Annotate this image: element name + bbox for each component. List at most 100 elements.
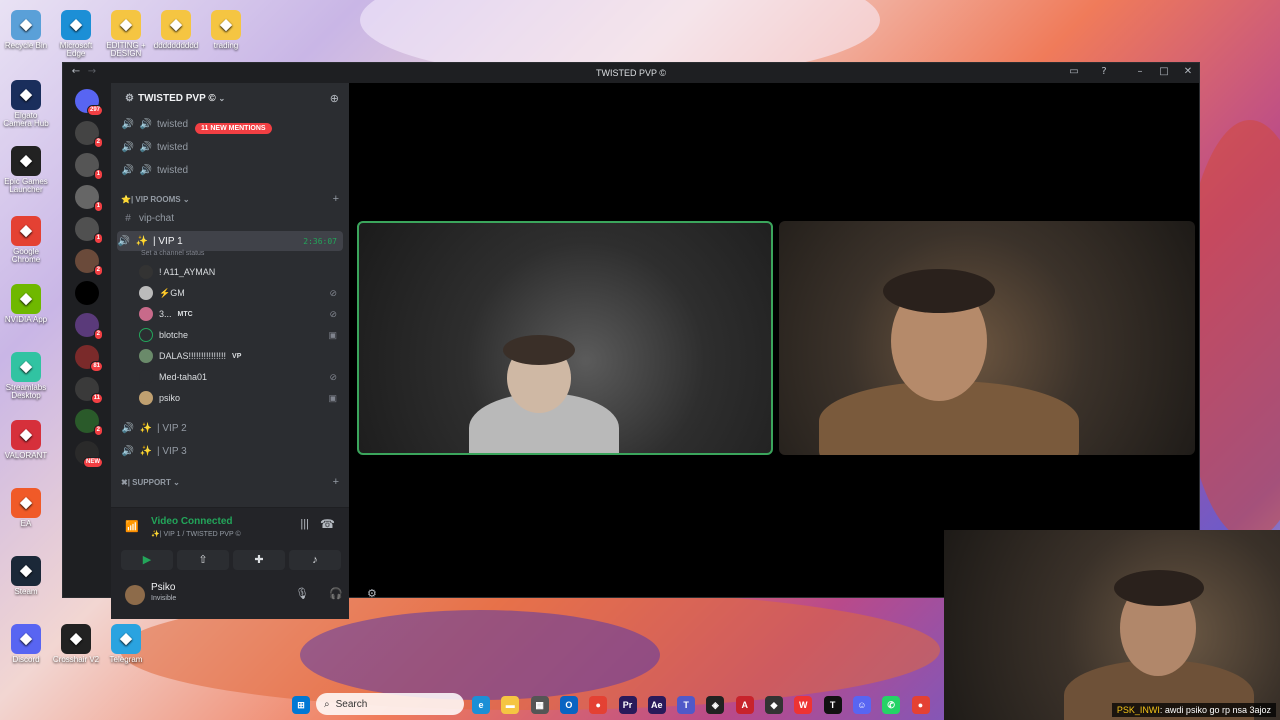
voice-member[interactable]: Med-taha01 ⊘: [139, 368, 341, 386]
desktop-icon[interactable]: ◆ EDITING + DESIGN: [100, 10, 152, 59]
server-gear-icon: ⚙: [125, 93, 134, 104]
forward-arrow-icon[interactable]: →: [85, 66, 99, 77]
premiere-icon[interactable]: Pr: [618, 696, 637, 714]
close-button[interactable]: ✕: [1181, 66, 1195, 77]
desktop-icon-label: Crosshair V2: [52, 655, 100, 664]
back-arrow-icon[interactable]: ←: [69, 66, 83, 77]
camera-icon: ▣: [328, 329, 337, 340]
roblox-icon[interactable]: ◆: [765, 696, 783, 714]
notification-badge: 2: [93, 265, 103, 276]
server-icon[interactable]: 2: [75, 313, 103, 340]
server-icon[interactable]: NEW: [75, 441, 103, 468]
discord-home-icon[interactable]: 297: [75, 89, 103, 116]
outlook-icon[interactable]: O: [559, 696, 578, 714]
store-icon[interactable]: ▦: [530, 696, 549, 714]
notification-badge: 297: [86, 105, 103, 116]
screen-share-button[interactable]: ⇧: [177, 550, 229, 570]
desktop-icon[interactable]: ◆ Crosshair V2: [50, 624, 102, 664]
text-channel-vip-chat[interactable]: # vip-chat: [121, 209, 341, 227]
server-icon[interactable]: 1: [75, 185, 103, 212]
headphones-icon[interactable]: 🎧: [329, 587, 343, 600]
noise-suppression-icon[interactable]: |||: [300, 518, 309, 530]
desktop-icon[interactable]: ◆ Telegram: [100, 624, 152, 664]
desktop-icon[interactable]: ◆ Epic Games Launcher: [0, 146, 52, 195]
desktop-icon[interactable]: ◆ NVIDIA App: [0, 284, 52, 324]
taskbar-search[interactable]: ⌕ Search: [316, 693, 464, 715]
avatar[interactable]: [125, 585, 145, 605]
desktop-icon[interactable]: ◆ Steam: [0, 556, 52, 596]
voice-member[interactable]: psiko ▣: [139, 389, 341, 407]
maximize-button[interactable]: □: [1157, 66, 1171, 77]
voice-member[interactable]: ⚡GM ⊘: [139, 284, 341, 302]
desktop-icon-label: Epic Games Launcher: [4, 177, 48, 195]
chrome-icon[interactable]: ●: [589, 696, 608, 714]
server-name[interactable]: ⚙ TWISTED PVP © ⌄: [125, 93, 225, 104]
voice-location[interactable]: ✨| VIP 1 / TWISTED PVP ©: [151, 530, 241, 538]
app-icon[interactable]: W: [794, 696, 813, 714]
voice-channel-vip-3[interactable]: 🔊 ✨ | VIP 3: [121, 442, 341, 460]
camera-button[interactable]: ▶: [121, 550, 173, 570]
add-channel-icon[interactable]: +: [333, 193, 339, 205]
minimize-button[interactable]: –: [1133, 66, 1147, 77]
disconnect-icon[interactable]: ☎: [320, 517, 335, 531]
teams-icon[interactable]: T: [677, 696, 696, 714]
after-effects-icon[interactable]: Ae: [647, 696, 666, 714]
whatsapp-icon[interactable]: ✆: [882, 696, 901, 714]
activities-button[interactable]: ✚: [233, 550, 285, 570]
category-support[interactable]: ✖| SUPPORT ⌄: [121, 478, 180, 487]
add-channel-icon[interactable]: +: [333, 476, 339, 488]
new-mentions-badge[interactable]: 11 NEW MENTIONS: [195, 123, 272, 134]
server-icon[interactable]: 1: [75, 217, 103, 244]
video-tile-participant-2[interactable]: [779, 221, 1195, 455]
ea-icon: ◆: [11, 488, 41, 518]
voice-member[interactable]: DALAS!!!!!!!!!!!!!!! VP: [139, 347, 341, 365]
notification-badge: 1: [93, 169, 103, 180]
server-icon[interactable]: 1: [75, 153, 103, 180]
server-icon[interactable]: [75, 281, 99, 305]
capcut-icon[interactable]: ◈: [706, 696, 725, 714]
voice-member[interactable]: blotche ▣: [139, 326, 341, 344]
desktop-icon[interactable]: ◆ VALORANT: [0, 420, 52, 460]
soundboard-button[interactable]: ♪: [289, 550, 341, 570]
edge-icon[interactable]: e: [472, 696, 490, 714]
video-tile-participant-1[interactable]: [357, 221, 773, 455]
epic-icon: ◆: [11, 146, 41, 176]
desktop-icon[interactable]: ◆ dddddddddd: [150, 10, 202, 50]
desktop-icon[interactable]: ◆ EA: [0, 488, 52, 528]
camera-icon: ◆: [11, 80, 41, 110]
desktop-icon[interactable]: ◆ Streamlabs Desktop: [0, 352, 52, 401]
server-icon[interactable]: 2: [75, 409, 103, 436]
voice-member[interactable]: 3... MTC ⊘: [139, 305, 341, 323]
inbox-icon[interactable]: ▭: [1067, 66, 1081, 77]
settings-gear-icon[interactable]: ⚙: [367, 587, 377, 600]
avatar: [139, 391, 153, 405]
desktop-icon[interactable]: ◆ Recycle Bin: [0, 10, 52, 50]
desktop-icon[interactable]: ◆ Elgato Camera Hub: [0, 80, 52, 129]
chrome-icon[interactable]: ●: [911, 696, 930, 714]
channel-status[interactable]: Set a channel status: [141, 250, 204, 257]
server-icon[interactable]: 81: [75, 345, 103, 372]
desktop-icon[interactable]: ◆ Microsoft Edge: [50, 10, 102, 59]
desktop-icon[interactable]: ◆ Discord: [0, 624, 52, 664]
server-icon[interactable]: 2: [75, 249, 103, 276]
acrobat-icon[interactable]: A: [735, 696, 754, 714]
tiktok-studio-icon[interactable]: T: [823, 696, 842, 714]
desktop-icon[interactable]: ◆ trading: [200, 10, 252, 50]
voice-channel-twisted-3[interactable]: 🔊 🔊 twisted: [121, 161, 341, 179]
title-bar: ← → TWISTED PVP © ▭ ? – □ ✕: [63, 63, 1199, 83]
file-explorer-icon[interactable]: ▬: [501, 696, 520, 714]
desktop-icon[interactable]: ◆ Google Chrome: [0, 216, 52, 265]
add-member-icon[interactable]: ⊕: [330, 92, 339, 105]
windows-start-icon[interactable]: ⊞: [292, 696, 310, 714]
microphone-icon[interactable]: 🎙: [295, 587, 309, 600]
help-icon[interactable]: ?: [1097, 66, 1111, 77]
voice-channel-vip-2[interactable]: 🔊 ✨ | VIP 2: [121, 419, 341, 437]
category-vip-rooms[interactable]: ⭐| VIP ROOMS ⌄: [121, 195, 190, 204]
voice-member[interactable]: ! A11_AYMAN: [139, 263, 341, 281]
server-icon[interactable]: 2: [75, 121, 103, 148]
discord-icon[interactable]: ☺: [852, 696, 871, 714]
sparkle-icon: ✨: [135, 235, 149, 247]
voice-channel-twisted-2[interactable]: 🔊 🔊 twisted: [121, 138, 341, 156]
server-icon[interactable]: 11: [75, 377, 103, 404]
voice-channel-vip-1[interactable]: 🔊 ✨ | VIP 1 2:36:07: [117, 231, 343, 251]
